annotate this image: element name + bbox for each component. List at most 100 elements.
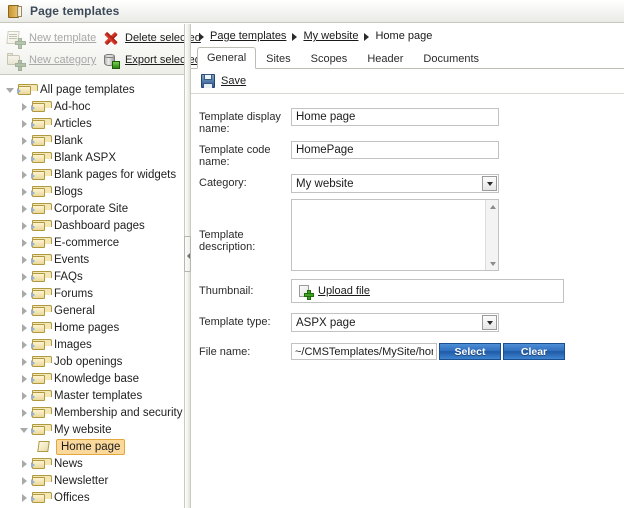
tree-node[interactable]: Master templates — [0, 387, 184, 404]
chevron-down-icon[interactable] — [482, 315, 497, 330]
breadcrumb-arrow-icon — [197, 32, 206, 41]
expand-toggle-icon[interactable] — [18, 168, 31, 181]
folder-icon — [31, 338, 52, 351]
expand-toggle-icon[interactable] — [18, 202, 31, 215]
tree-node[interactable]: Home page — [0, 438, 184, 455]
expand-toggle-icon[interactable] — [18, 287, 31, 300]
tab-sites[interactable]: Sites — [256, 48, 300, 69]
scroll-down-icon[interactable] — [486, 257, 499, 270]
expand-toggle-icon[interactable] — [18, 491, 31, 504]
select-file-button[interactable]: Select — [439, 343, 501, 360]
expand-toggle-icon[interactable] — [18, 321, 31, 334]
tree-node-label: Blank ASPX — [54, 151, 117, 164]
tree-node-label: Corporate Site — [54, 202, 129, 215]
collapse-toggle-icon[interactable] — [18, 423, 31, 436]
scroll-up-icon[interactable] — [486, 200, 499, 213]
splitter-grip-handle[interactable] — [184, 236, 191, 272]
tree-node[interactable]: Blank pages for widgets — [0, 166, 184, 183]
tree-node[interactable]: E-commerce — [0, 234, 184, 251]
folder-icon — [31, 151, 52, 164]
expand-toggle-icon[interactable] — [18, 270, 31, 283]
display-name-input[interactable] — [291, 108, 499, 126]
file-name-label: File name: — [199, 346, 251, 358]
new-template-button[interactable]: New template — [6, 30, 97, 49]
clear-file-button[interactable]: Clear — [503, 343, 565, 360]
folder-icon — [31, 117, 52, 130]
template-tree[interactable]: All page templates Ad-hoc Articles Blank Bla… — [0, 75, 184, 508]
tree-node[interactable]: Blogs — [0, 183, 184, 200]
expand-toggle-icon[interactable] — [18, 236, 31, 249]
tree-node[interactable]: Offices — [0, 489, 184, 506]
tree-node[interactable]: Job openings — [0, 353, 184, 370]
expand-toggle-icon[interactable] — [18, 355, 31, 368]
tree-node[interactable]: Ad-hoc — [0, 98, 184, 115]
code-name-input[interactable] — [291, 141, 499, 159]
description-scrollbar[interactable] — [485, 200, 498, 270]
tree-toolbar-row-2: New category Export selected — [6, 49, 201, 71]
tree-node[interactable]: Events — [0, 251, 184, 268]
tree-node-label: Dashboard pages — [54, 219, 145, 232]
collapse-toggle-icon[interactable] — [4, 83, 17, 96]
display-name-label: Template display name: — [199, 111, 281, 135]
new-category-button[interactable]: New category — [6, 52, 96, 71]
new-template-label: New template — [29, 32, 97, 44]
tree-node[interactable]: Blank ASPX — [0, 149, 184, 166]
template-type-select[interactable]: ASPX page — [291, 313, 499, 332]
tree-node[interactable]: General — [0, 302, 184, 319]
folder-icon — [31, 474, 52, 487]
tree-node-label: Articles — [54, 117, 92, 130]
save-disk-icon — [201, 74, 215, 88]
expand-toggle-icon[interactable] — [18, 406, 31, 419]
chevron-down-icon[interactable] — [482, 176, 497, 191]
tree-node[interactable]: News — [0, 455, 184, 472]
expand-toggle-icon[interactable] — [18, 457, 31, 470]
tree-node[interactable]: Newsletter — [0, 472, 184, 489]
tree-node[interactable]: Forums — [0, 285, 184, 302]
tab-general[interactable]: General — [197, 47, 257, 69]
tree-node[interactable]: Corporate Site — [0, 200, 184, 217]
tree-node[interactable]: Blank — [0, 132, 184, 149]
tree-node[interactable]: Knowledge base — [0, 370, 184, 387]
tree-node-label: Ad-hoc — [54, 100, 91, 113]
folder-icon — [31, 304, 52, 317]
category-select[interactable]: My website — [291, 174, 499, 193]
tree-node[interactable]: Images — [0, 336, 184, 353]
save-button[interactable]: Save — [221, 75, 246, 87]
expand-toggle-icon[interactable] — [18, 372, 31, 385]
tree-node-label: Home pages — [54, 321, 120, 334]
upload-file-icon — [299, 284, 314, 300]
tree-node[interactable]: Home pages — [0, 319, 184, 336]
tree-node[interactable]: FAQs — [0, 268, 184, 285]
expand-toggle-icon[interactable] — [18, 253, 31, 266]
tree-node[interactable]: All page templates — [0, 81, 184, 98]
breadcrumb-arrow-icon — [290, 32, 299, 41]
expand-toggle-icon[interactable] — [18, 338, 31, 351]
tree-node[interactable]: My website — [0, 421, 184, 438]
expand-toggle-icon[interactable] — [18, 304, 31, 317]
expand-toggle-icon[interactable] — [18, 474, 31, 487]
folder-icon — [31, 321, 52, 334]
tab-documents[interactable]: Documents — [413, 48, 489, 69]
tree-node[interactable]: Membership and security — [0, 404, 184, 421]
export-icon — [102, 52, 120, 69]
file-name-input[interactable] — [291, 343, 437, 360]
tree-node[interactable]: Articles — [0, 115, 184, 132]
thumbnail-label: Thumbnail: — [199, 285, 254, 297]
folder-icon — [31, 287, 52, 300]
upload-file-link[interactable]: Upload file — [318, 285, 370, 297]
field-row-thumbnail: Thumbnail: Upload file — [199, 279, 624, 303]
expand-toggle-icon[interactable] — [18, 117, 31, 130]
expand-toggle-icon[interactable] — [18, 219, 31, 232]
expand-toggle-icon[interactable] — [18, 389, 31, 402]
breadcrumb-item-page-templates[interactable]: Page templates — [210, 30, 286, 42]
description-textarea[interactable] — [291, 199, 499, 271]
expand-toggle-icon[interactable] — [18, 151, 31, 164]
breadcrumb-item-my-website[interactable]: My website — [303, 30, 358, 42]
tab-scopes[interactable]: Scopes — [301, 48, 358, 69]
expand-toggle-icon[interactable] — [18, 185, 31, 198]
tree-node[interactable]: Dashboard pages — [0, 217, 184, 234]
tab-header[interactable]: Header — [357, 48, 413, 69]
expand-toggle-icon[interactable] — [18, 134, 31, 147]
expand-toggle-icon[interactable] — [18, 100, 31, 113]
panel-splitter[interactable] — [184, 24, 191, 508]
